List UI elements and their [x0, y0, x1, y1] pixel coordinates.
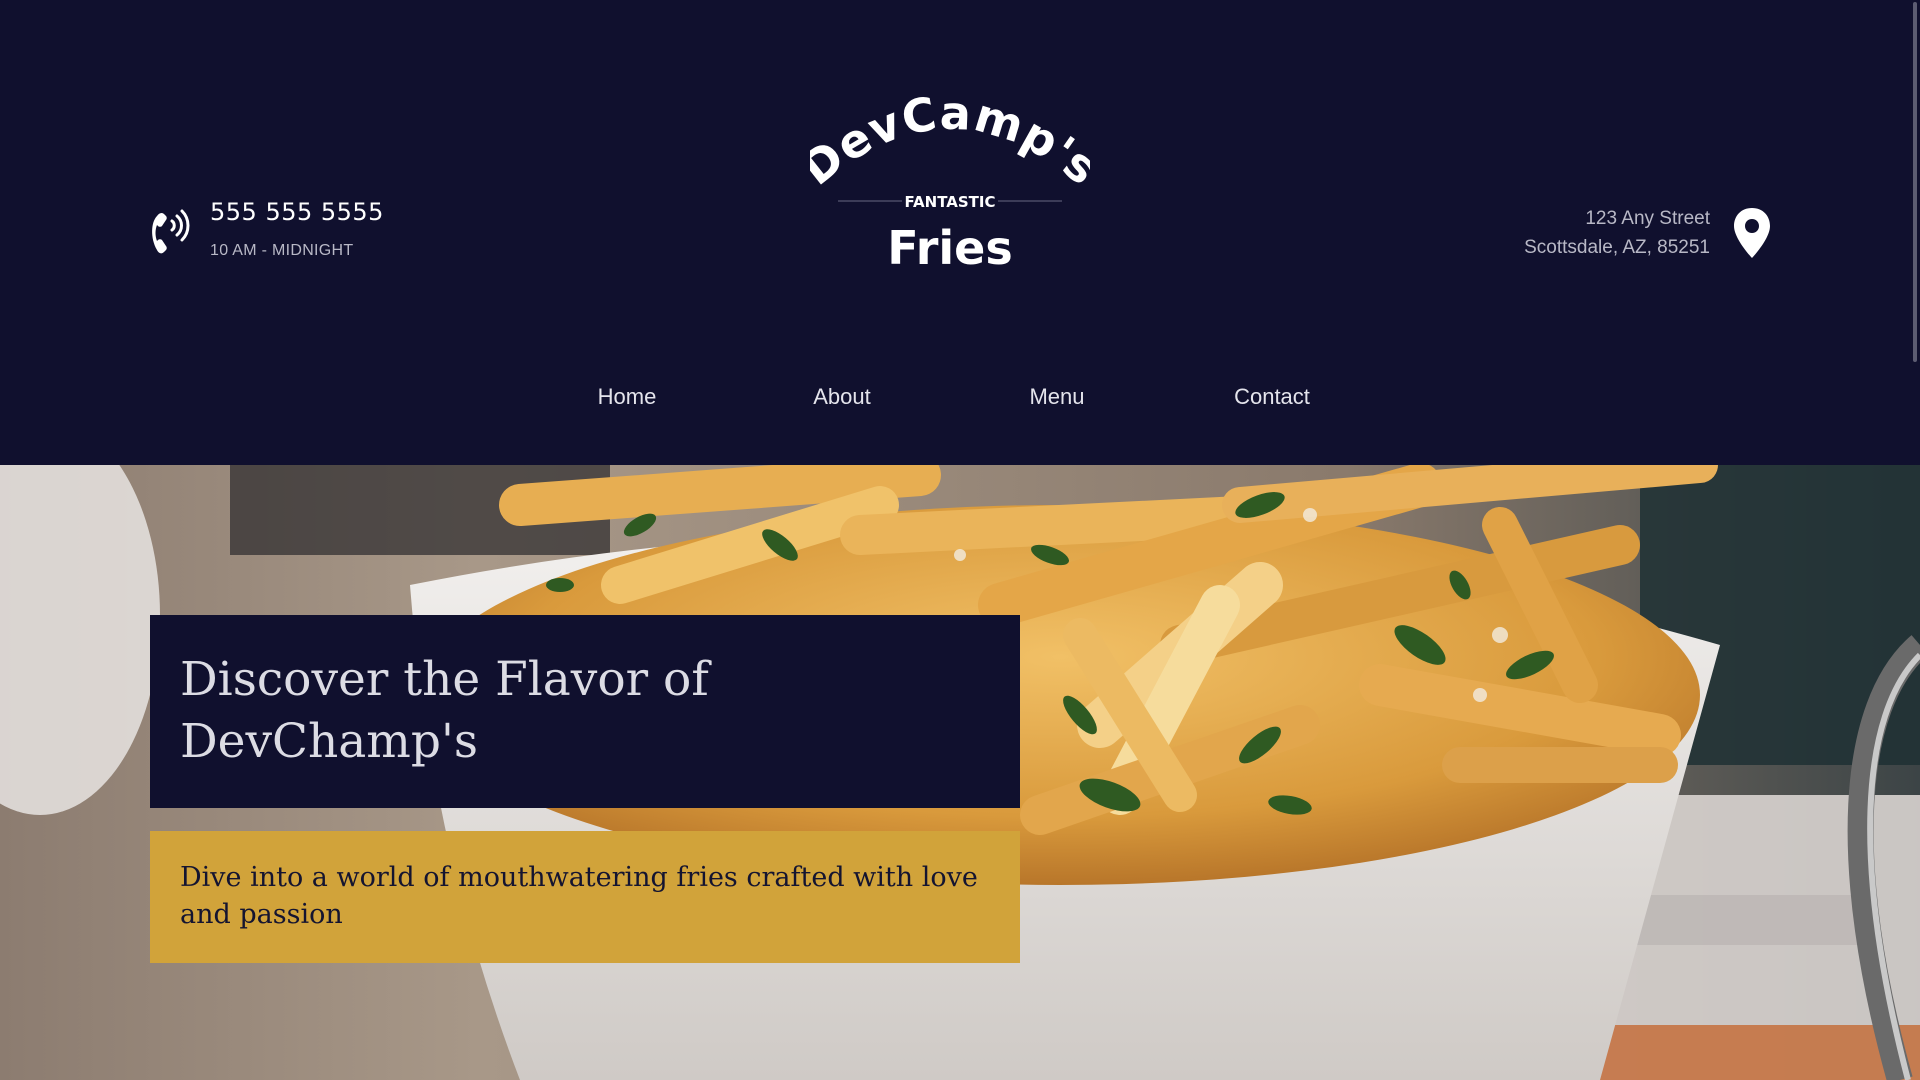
nav-item-about[interactable]: About	[813, 380, 871, 414]
contact-phone-block: 555 555 5555 10 AM - MIDNIGHT	[148, 196, 384, 264]
opening-hours: 10 AM - MIDNIGHT	[210, 242, 354, 259]
scrollbar-thumb[interactable]	[1913, 2, 1917, 362]
nav-item-contact[interactable]: Contact	[1234, 380, 1310, 414]
address-street: 123 Any Street	[1585, 208, 1710, 229]
hero-section: Discover the Flavor of DevChamp's Dive i…	[0, 465, 1920, 1080]
address-city: Scottsdale, AZ, 85251	[1524, 237, 1710, 258]
logo-mark: DevCamp's FANTASTIC Fries	[810, 86, 1090, 275]
address-text: 123 Any Street Scottsdale, AZ, 85251	[1524, 204, 1710, 262]
nav-item-menu[interactable]: Menu	[1029, 380, 1084, 414]
logo-top-text: DevCamp's	[810, 86, 1090, 196]
svg-text:DevCamp's: DevCamp's	[810, 86, 1090, 196]
main-nav: Home About Menu Contact	[0, 380, 1920, 420]
phone-icon	[152, 209, 190, 254]
site-header: 555 555 5555 10 AM - MIDNIGHT DevCamp's …	[0, 0, 1920, 465]
hero-subtitle-box: Dive into a world of mouthwatering fries…	[150, 831, 1020, 963]
site-logo[interactable]: DevCamp's FANTASTIC Fries	[810, 84, 1090, 284]
nav-item-home[interactable]: Home	[598, 380, 657, 414]
hero-subtitle: Dive into a world of mouthwatering fries…	[180, 862, 978, 930]
contact-phone-text: 555 555 5555 10 AM - MIDNIGHT	[210, 196, 384, 260]
logo-bottom-text: Fries	[887, 221, 1013, 275]
hero-title: Discover the Flavor of DevChamp's	[180, 652, 709, 769]
logo-middle-text: FANTASTIC	[905, 193, 996, 211]
hero-title-box: Discover the Flavor of DevChamp's	[150, 615, 1020, 808]
phone-number-link[interactable]: 555 555 5555	[210, 196, 384, 228]
page-scrollbar[interactable]	[1908, 0, 1920, 1080]
address-block: 123 Any Street Scottsdale, AZ, 85251	[1524, 204, 1772, 262]
map-pin-icon	[1734, 208, 1770, 258]
